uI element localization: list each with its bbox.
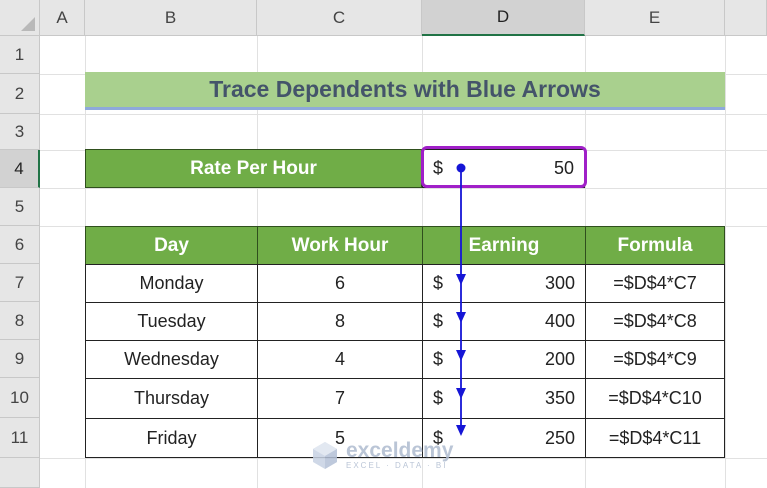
trace-dependents-arrows (456, 163, 466, 436)
trace-arrow-head (456, 425, 466, 436)
trace-arrow-head (456, 312, 466, 323)
trace-arrow-origin-dot (456, 163, 466, 173)
exceldemy-tagline: EXCEL · DATA · BI (346, 461, 448, 470)
trace-arrow-head (456, 350, 466, 361)
trace-arrow-head (456, 388, 466, 399)
exceldemy-watermark: exceldemy EXCEL · DATA · BI (310, 440, 453, 470)
exceldemy-text: exceldemy EXCEL · DATA · BI (346, 440, 453, 470)
exceldemy-logo-icon (313, 442, 337, 469)
trace-arrow-head (456, 274, 466, 285)
exceldemy-name: exceldemy (346, 439, 454, 462)
